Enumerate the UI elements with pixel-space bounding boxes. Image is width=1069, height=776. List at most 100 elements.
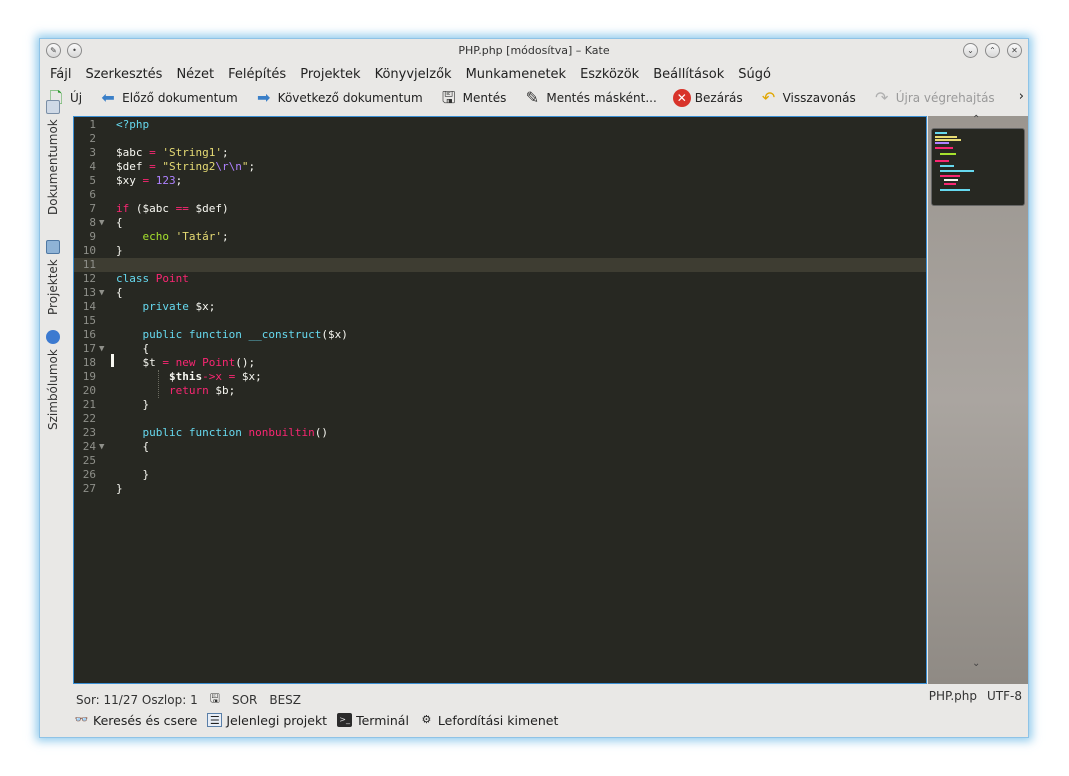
fold-toggle-icon[interactable]: ▼ [99,440,104,454]
code-line[interactable]: 22 [74,412,926,426]
code-text: private $x; [142,300,216,313]
code-text: $t = new Point(); [142,356,256,369]
code-line[interactable]: 26 } [74,468,926,482]
line-number: 16 [82,328,96,341]
code-line[interactable]: 18 $t = new Point(); [74,356,926,370]
menu-bookmarks[interactable]: Könyvjelzők [375,67,452,82]
file-type[interactable]: PHP.php [929,689,977,703]
terminal-icon: >_ [337,713,353,727]
menu-tools[interactable]: Eszközök [580,67,639,82]
close-document-button[interactable]: ✕ Bezárás [672,89,743,107]
menu-edit[interactable]: Szerkesztés [85,67,162,82]
sidebar-tab-symbols-label: Szimbólumok [46,349,60,430]
code-text: { [116,286,123,299]
code-text: } [116,244,123,257]
code-line[interactable]: 24 ▼ { [74,440,926,454]
menu-view[interactable]: Nézet [176,67,214,82]
fold-toggle-icon[interactable]: ▼ [99,342,104,356]
code-line[interactable]: 9 echo 'Tatár'; [74,230,926,244]
menu-help[interactable]: Súgó [738,67,771,82]
minimap[interactable]: ⌃ ⌄ [928,114,1028,684]
line-number: 13 [82,286,96,299]
next-document-button[interactable]: ➡ Következő dokumentum [254,88,423,108]
close-button[interactable]: ✕ [1007,43,1022,58]
fold-toggle-icon[interactable]: ▼ [99,216,104,230]
sidebar-tab-symbols[interactable]: Szimbólumok [46,330,60,430]
main-toolbar: 🗋 Új ⬅ Előző dokumentum ➡ Következő doku… [40,85,1028,111]
undo-button[interactable]: ↶ Visszavonás [759,88,856,108]
redo-button[interactable]: ↷ Újra végrehajtás [872,88,995,108]
scroll-down-chevron-icon[interactable]: ⌄ [972,658,980,669]
save-as-label: Mentés másként... [546,91,657,105]
previous-document-button[interactable]: ⬅ Előző dokumentum [98,88,237,108]
selection-mode[interactable]: SOR [232,693,257,707]
tab-build-output[interactable]: ⚙ Lefordítási kimenet [419,713,558,728]
code-text: <?php [116,118,150,131]
code-line[interactable]: 16 public function __construct($x) [74,328,926,342]
code-line[interactable]: 15 [74,314,926,328]
code-text: } [116,468,150,481]
code-line[interactable]: 27} [74,482,926,496]
line-number: 3 [89,146,96,159]
toolbar-overflow-chevron-icon[interactable]: › [1019,89,1024,104]
code-text: $def = "String2\r\n"; [116,160,256,173]
code-line[interactable]: 3 $abc = 'String1'; [74,146,926,160]
code-line[interactable]: 14 private $x; [74,300,926,314]
menu-build[interactable]: Felépítés [228,67,286,82]
menu-projects[interactable]: Projektek [300,67,360,82]
sidebar-tab-projects[interactable]: Projektek [46,240,60,315]
line-number: 5 [89,174,96,187]
save-button[interactable]: 🖫 Mentés [439,88,507,108]
tab-build-output-label: Lefordítási kimenet [437,712,559,728]
undo-icon: ↶ [761,88,776,107]
code-line[interactable]: 2 [74,132,926,146]
sidebar-tab-documents[interactable]: Dokumentumok [46,100,60,215]
code-line[interactable]: 5 $xy = 123; [74,174,926,188]
menu-file[interactable]: Fájl [50,67,71,82]
arrow-left-icon: ⬅ [101,88,115,107]
code-line[interactable]: 7 if ($abc == $def) [74,202,926,216]
code-text: } [116,398,150,411]
line-number: 27 [82,482,96,495]
code-line[interactable]: 17 ▼ { [74,342,926,356]
line-number: 9 [89,230,96,243]
code-line[interactable]: 13 ▼ { [74,286,926,300]
line-number: 6 [89,188,96,201]
code-line[interactable]: 23 public function nonbuiltin() [74,426,926,440]
redo-icon: ↷ [875,88,889,107]
code-editor[interactable]: 1 <?php 2 3 $abc = 'String1'; 4 $def = "String… [73,116,927,684]
code-line[interactable]: 19 $this->x = $x; [74,370,926,384]
code-line[interactable]: 8 ▼ { [74,216,926,230]
code-line[interactable]: 1 <?php [74,118,926,132]
binoculars-icon: 👓 [74,713,89,726]
fold-toggle-icon[interactable]: ▼ [99,286,104,300]
code-line[interactable]: 10} [74,244,926,258]
encoding[interactable]: UTF-8 [987,689,1022,703]
maximize-button[interactable]: ⌃ [985,43,1000,58]
menu-sessions[interactable]: Munkamenetek [466,67,566,82]
scroll-up-chevron-icon[interactable]: ⌃ [972,114,980,125]
minimap-viewport[interactable] [931,128,1025,206]
line-number: 18 [82,356,96,369]
tab-terminal[interactable]: >_ Terminál [337,713,409,728]
line-number: 4 [89,160,96,173]
code-line[interactable]: 4 $def = "String2\r\n"; [74,160,926,174]
code-line[interactable]: 12 class Point [74,272,926,286]
code-text: public function __construct($x) [142,328,348,341]
tab-current-project[interactable]: ☰ Jelenlegi projekt [207,713,327,728]
code-line[interactable]: 6 [74,188,926,202]
code-line[interactable]: 21 } [74,398,926,412]
menu-settings[interactable]: Beállítások [653,67,724,82]
arrow-right-icon: ➡ [256,88,271,107]
tab-search-replace[interactable]: 👓 Keresés és csere [74,713,198,728]
project-list-icon: ☰ [207,713,223,727]
code-line[interactable]: 11 [74,258,926,272]
documents-icon [46,100,60,115]
code-line[interactable]: 20 return $b; [74,384,926,398]
insert-mode[interactable]: BESZ [269,693,301,707]
minimize-button[interactable]: ⌄ [963,43,978,58]
save-as-button[interactable]: ✎ Mentés másként... [522,88,657,108]
code-text: echo 'Tatár'; [142,230,229,243]
save-label: Mentés [462,91,507,105]
code-line[interactable]: 25 [74,454,926,468]
